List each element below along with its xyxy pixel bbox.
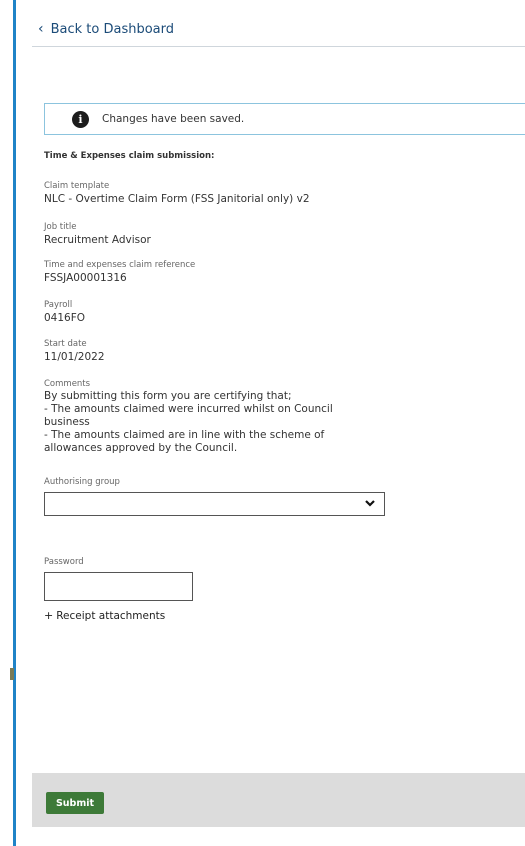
left-edge-mark: [10, 668, 14, 680]
left-accent-bar: [13, 0, 16, 846]
comments-field: Comments By submitting this form you are…: [44, 378, 364, 455]
job-title-label: Job title: [44, 222, 77, 232]
claim-template-field: Claim template NLC - Overtime Claim Form…: [44, 180, 310, 206]
authorising-group-label: Authorising group: [44, 477, 120, 487]
comments-label: Comments: [44, 379, 91, 389]
chevron-left-icon: ‹: [38, 21, 44, 37]
footer-bar: Submit: [32, 773, 525, 827]
section-title: Time & Expenses claim submission:: [44, 151, 215, 161]
password-label: Password: [44, 557, 84, 567]
receipt-attachments-label: Receipt attachments: [56, 610, 166, 622]
start-date-value: 11/01/2022: [44, 351, 105, 363]
job-title-field: Job title Recruitment Advisor: [44, 221, 151, 247]
submit-button[interactable]: Submit: [46, 792, 104, 814]
claim-template-label: Claim template: [44, 181, 110, 191]
info-icon: i: [72, 110, 89, 128]
back-to-dashboard-link[interactable]: ‹ Back to Dashboard: [38, 21, 174, 37]
claim-reference-field: Time and expenses claim reference FSSJA0…: [44, 259, 195, 285]
start-date-label: Start date: [44, 339, 87, 349]
job-title-value: Recruitment Advisor: [44, 234, 151, 246]
claim-template-value: NLC - Overtime Claim Form (FSS Janitoria…: [44, 193, 310, 205]
chevron-down-icon: [365, 500, 375, 507]
comments-line: - The amounts claimed are in line with t…: [44, 429, 325, 454]
comments-line: - The amounts claimed were incurred whil…: [44, 403, 333, 428]
receipt-attachments-toggle[interactable]: + Receipt attachments: [44, 609, 165, 622]
payroll-value: 0416FO: [44, 312, 86, 324]
payroll-field: Payroll 0416FO: [44, 299, 85, 325]
password-input[interactable]: [44, 572, 193, 601]
claim-reference-value: FSSJA00001316: [44, 272, 127, 284]
comments-line: By submitting this form you are certifyi…: [44, 390, 292, 402]
claim-reference-label: Time and expenses claim reference: [44, 260, 196, 270]
header: ‹ Back to Dashboard: [32, 0, 525, 47]
start-date-field: Start date 11/01/2022: [44, 338, 105, 364]
payroll-label: Payroll: [44, 300, 73, 310]
comments-text: By submitting this form you are certifyi…: [44, 390, 364, 455]
back-link-label: Back to Dashboard: [50, 21, 175, 37]
save-confirmation-alert: i Changes have been saved.: [44, 103, 525, 135]
alert-message: Changes have been saved.: [102, 113, 245, 125]
authorising-group-select[interactable]: [44, 492, 385, 516]
plus-icon: +: [44, 609, 54, 622]
authorising-group-field: Authorising group: [44, 476, 120, 488]
